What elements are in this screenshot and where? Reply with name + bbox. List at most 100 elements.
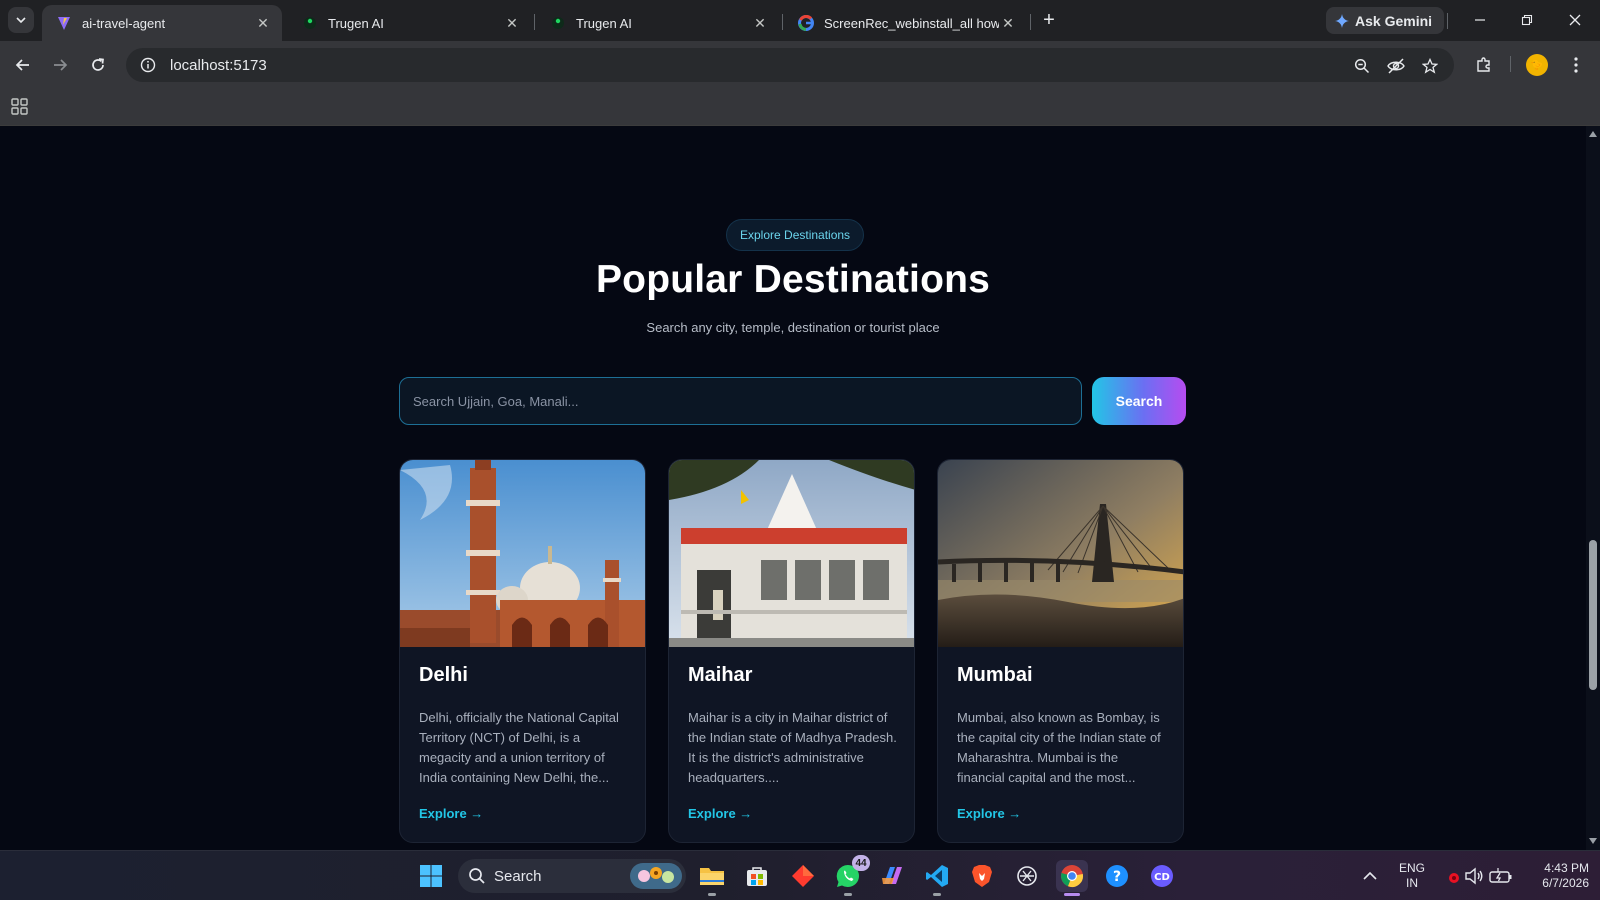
page-viewport: Explore Destinations Popular Destination… bbox=[0, 126, 1586, 850]
forward-button[interactable] bbox=[47, 52, 73, 78]
browser-toolbar: localhost:5173 🐤 bbox=[0, 41, 1600, 89]
close-icon bbox=[1569, 14, 1581, 26]
restore-button[interactable] bbox=[1513, 8, 1541, 32]
site-info-icon[interactable] bbox=[138, 55, 158, 75]
restore-icon bbox=[1521, 14, 1533, 26]
destination-card-mumbai[interactable]: Mumbai Mumbai, also known as Bombay, is … bbox=[937, 459, 1184, 843]
card-title: Maihar bbox=[688, 664, 753, 686]
more-menu-icon[interactable] bbox=[1563, 52, 1589, 78]
explore-link[interactable]: Explore → bbox=[957, 806, 1021, 821]
microsoft-store-icon[interactable] bbox=[741, 860, 773, 892]
profile-avatar[interactable]: 🐤 bbox=[1526, 54, 1548, 76]
windows-taskbar: Search 44 ? CD ENG IN 4:43 PM 6/7/2026 bbox=[0, 850, 1600, 900]
tab-title: Trugen AI bbox=[328, 15, 384, 31]
forward-arrow-icon bbox=[54, 59, 68, 71]
file-explorer-icon[interactable] bbox=[696, 860, 728, 896]
tab-trugen-ai-1[interactable]: Trugen AI ✕ bbox=[288, 5, 531, 41]
reload-icon bbox=[92, 58, 104, 71]
minimize-button[interactable] bbox=[1466, 8, 1494, 32]
clock[interactable]: 4:43 PM 6/7/2026 bbox=[1521, 861, 1589, 891]
trugen-icon bbox=[550, 15, 566, 31]
chrome-icon[interactable] bbox=[1056, 860, 1088, 896]
page-scrollbar[interactable] bbox=[1586, 126, 1600, 850]
close-window-button[interactable] bbox=[1561, 8, 1589, 32]
card-description: Delhi, officially the National Capital T… bbox=[419, 710, 619, 785]
flowers-widget-icon bbox=[630, 863, 682, 889]
red-diamond-app-icon[interactable] bbox=[787, 860, 819, 892]
ask-gemini-label: Ask Gemini bbox=[1355, 12, 1433, 29]
tab-title: Trugen AI bbox=[576, 15, 632, 31]
search-button[interactable]: Search bbox=[1092, 377, 1186, 425]
taskbar-search-label: Search bbox=[494, 867, 542, 885]
bookmarks-bar bbox=[0, 89, 1600, 126]
windows-start-icon[interactable] bbox=[415, 860, 447, 892]
back-arrow-icon bbox=[15, 59, 29, 71]
card-title: Delhi bbox=[419, 664, 468, 686]
destination-card-delhi[interactable]: Delhi Delhi, officially the National Cap… bbox=[399, 459, 646, 843]
input-language-indicator[interactable]: ENG IN bbox=[1396, 861, 1428, 891]
address-bar[interactable]: localhost:5173 bbox=[126, 48, 1454, 82]
explore-link[interactable]: Explore → bbox=[688, 806, 752, 821]
tab-search-button[interactable] bbox=[8, 7, 34, 33]
language-label: ENG bbox=[1398, 861, 1425, 875]
search-icon bbox=[469, 868, 485, 884]
card-description: Maihar is a city in Maihar district of t… bbox=[688, 710, 897, 785]
google-icon bbox=[798, 15, 814, 31]
explore-link[interactable]: Explore → bbox=[419, 806, 483, 821]
tab-close-icon[interactable]: ✕ bbox=[503, 14, 521, 32]
tab-screenrec[interactable]: ScreenRec_webinstall_all how to ✕ bbox=[784, 5, 1027, 41]
ask-gemini-button[interactable]: Ask Gemini bbox=[1326, 7, 1445, 34]
tab-close-icon[interactable]: ✕ bbox=[999, 14, 1017, 32]
region-label: IN bbox=[1406, 876, 1418, 890]
svg-text:?: ? bbox=[1113, 869, 1121, 885]
whatsapp-icon[interactable]: 44 bbox=[832, 855, 870, 896]
tab-title: ScreenRec_webinstall_all how to bbox=[824, 15, 999, 31]
whatsapp-unread-badge: 44 bbox=[852, 855, 870, 871]
clock-date: 6/7/2026 bbox=[1542, 876, 1589, 890]
explore-destinations-pill: Explore Destinations bbox=[726, 219, 865, 251]
apps-grid-icon[interactable] bbox=[10, 97, 30, 117]
copilot-icon[interactable] bbox=[877, 860, 909, 892]
help-icon[interactable]: ? bbox=[1101, 860, 1133, 892]
tab-trugen-ai-2[interactable]: Trugen AI ✕ bbox=[536, 5, 779, 41]
taskbar-search[interactable]: Search bbox=[458, 859, 686, 893]
vite-icon bbox=[56, 15, 72, 31]
brave-browser-icon[interactable] bbox=[966, 860, 998, 892]
show-hidden-icons-chevron-icon[interactable] bbox=[1354, 860, 1386, 892]
back-button[interactable] bbox=[10, 52, 36, 78]
new-tab-button[interactable]: + bbox=[1038, 10, 1060, 32]
tab-ai-travel-agent[interactable]: ai-travel-agent ✕ bbox=[42, 5, 282, 41]
trugen-icon bbox=[302, 15, 318, 31]
chevron-down-icon bbox=[16, 17, 26, 24]
card-description: Mumbai, also known as Bombay, is the cap… bbox=[957, 710, 1161, 785]
page-title: Popular Destinations bbox=[595, 258, 991, 301]
svg-text:CD: CD bbox=[1154, 872, 1170, 883]
vscode-icon[interactable] bbox=[921, 860, 953, 896]
tab-close-icon[interactable]: ✕ bbox=[254, 14, 272, 32]
browser-tab-strip: ai-travel-agent ✕ Trugen AI ✕ Trugen AI … bbox=[0, 0, 1600, 41]
eye-off-icon[interactable] bbox=[1385, 55, 1407, 77]
page-subtitle: Search any city, temple, destination or … bbox=[646, 320, 940, 335]
tab-title: ai-travel-agent bbox=[82, 15, 166, 31]
zoom-icon[interactable] bbox=[1351, 55, 1373, 77]
bookmark-star-icon[interactable] bbox=[1419, 55, 1441, 77]
gemini-sparkle-icon bbox=[1335, 13, 1349, 28]
bandra-worli-sea-link-photo bbox=[938, 460, 1183, 647]
tab-close-icon[interactable]: ✕ bbox=[751, 14, 769, 32]
extensions-icon[interactable] bbox=[1471, 52, 1497, 78]
battery-charging-icon[interactable] bbox=[1485, 860, 1517, 892]
scroll-up-arrow-icon[interactable] bbox=[1589, 131, 1597, 137]
destination-card-maihar[interactable]: Maihar Maihar is a city in Maihar distri… bbox=[668, 459, 915, 843]
jama-masjid-photo bbox=[400, 460, 645, 647]
destination-search-input[interactable] bbox=[399, 377, 1082, 425]
chatgpt-icon[interactable] bbox=[1011, 860, 1043, 892]
card-title: Mumbai bbox=[957, 664, 1033, 686]
maihar-temple-photo bbox=[669, 460, 914, 647]
url-text: localhost:5173 bbox=[170, 56, 267, 74]
reload-button[interactable] bbox=[85, 52, 111, 78]
clock-time: 4:43 PM bbox=[1544, 861, 1589, 875]
minimize-icon bbox=[1475, 19, 1485, 21]
scroll-down-arrow-icon[interactable] bbox=[1589, 838, 1597, 844]
cd-app-icon[interactable]: CD bbox=[1146, 860, 1178, 892]
scrollbar-thumb[interactable] bbox=[1589, 540, 1597, 690]
